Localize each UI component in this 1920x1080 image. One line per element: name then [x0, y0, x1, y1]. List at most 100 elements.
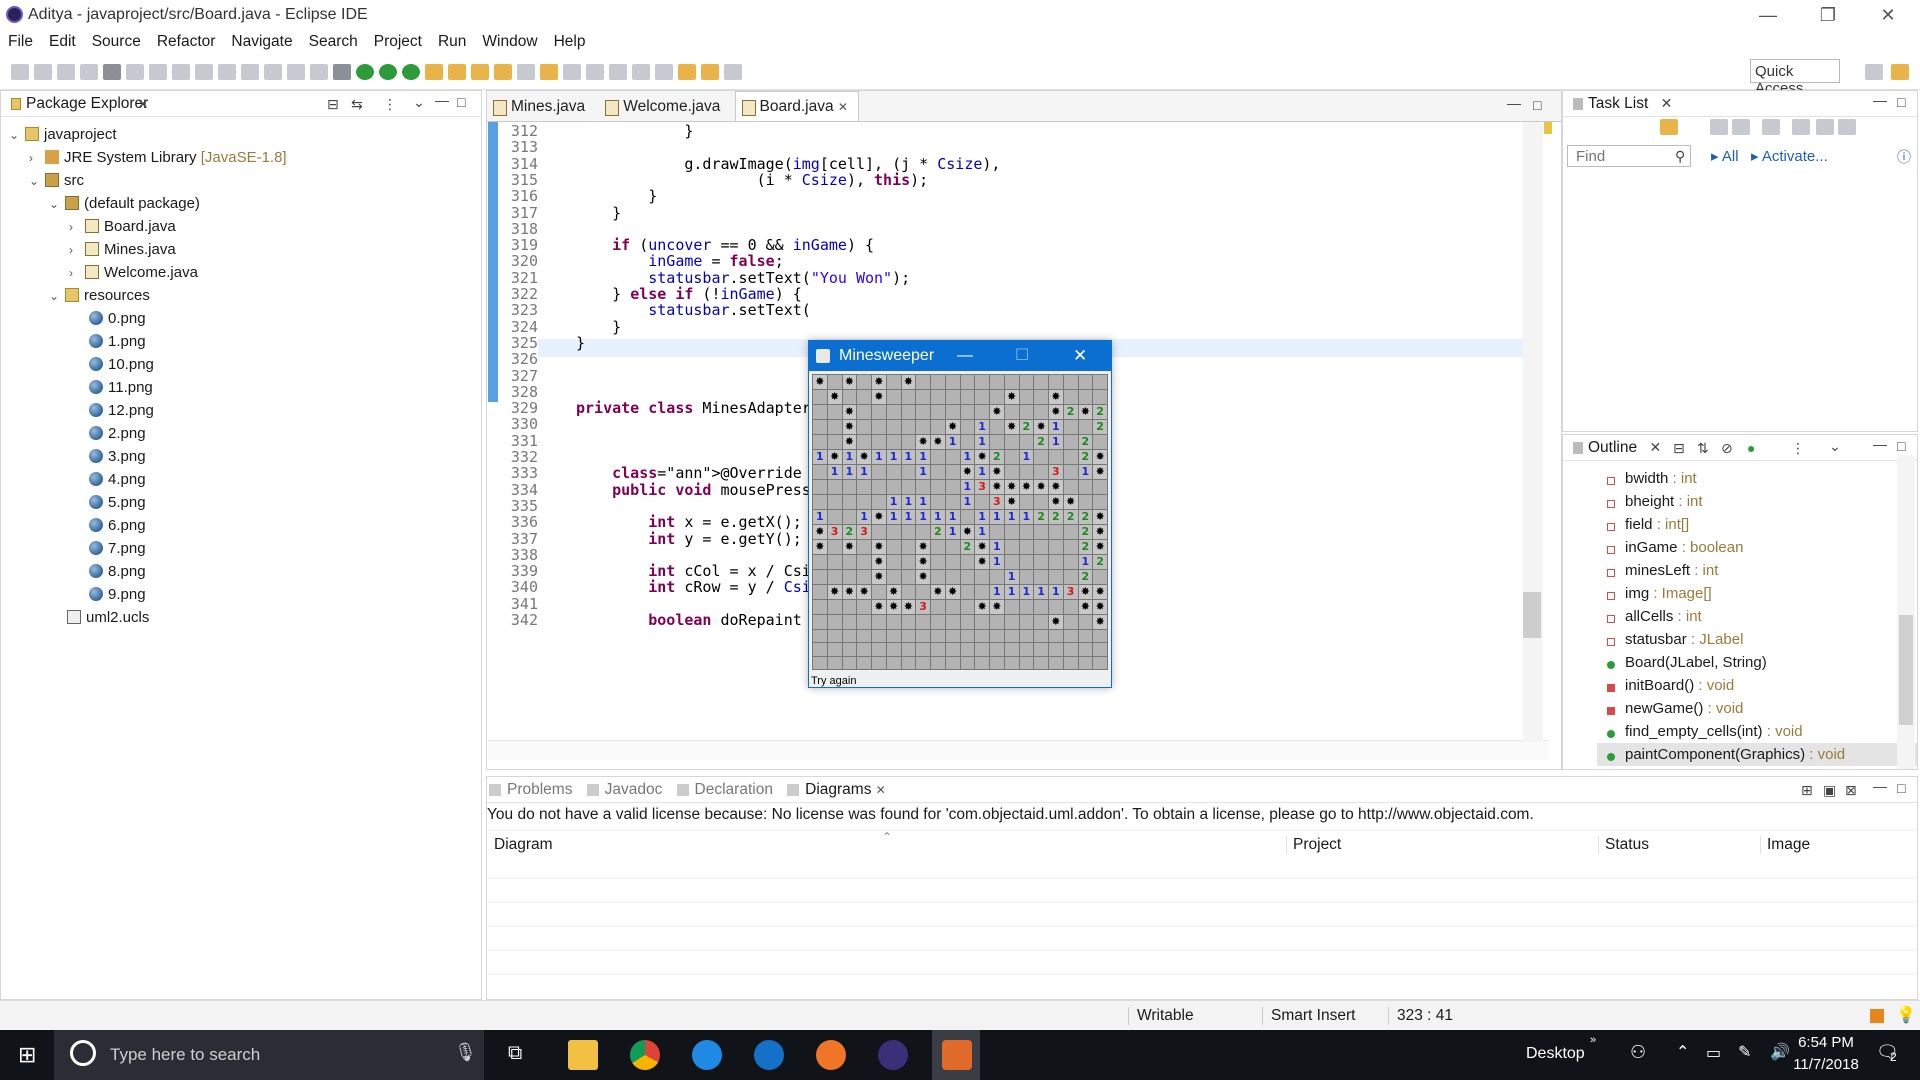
- mine-cell[interactable]: [813, 540, 827, 554]
- covered-cell[interactable]: [827, 405, 842, 419]
- covered-cell[interactable]: [1034, 630, 1048, 643]
- covered-cell[interactable]: [901, 420, 916, 434]
- covered-cell[interactable]: [872, 435, 886, 449]
- number-cell[interactable]: 1: [1019, 450, 1034, 464]
- covered-cell[interactable]: [1004, 630, 1019, 643]
- use-step-filters-icon[interactable]: [310, 64, 328, 80]
- covered-cell[interactable]: [813, 600, 827, 614]
- tree-item-png[interactable]: 0.png: [1, 307, 481, 330]
- covered-cell[interactable]: [886, 465, 901, 479]
- covered-cell[interactable]: [931, 570, 945, 584]
- vertical-scrollbar[interactable]: [1523, 122, 1543, 742]
- close-tab-icon[interactable]: ✕: [1661, 95, 1673, 111]
- covered-cell[interactable]: [813, 615, 827, 629]
- covered-cell[interactable]: [813, 420, 827, 434]
- mine-cell[interactable]: [990, 405, 1004, 419]
- covered-cell[interactable]: [842, 656, 857, 669]
- covered-cell[interactable]: [975, 375, 989, 389]
- covered-cell[interactable]: [813, 643, 827, 656]
- menu-refactor[interactable]: Refactor: [149, 30, 224, 51]
- covered-cell[interactable]: [1078, 375, 1093, 389]
- sort-icon[interactable]: ⇅: [1697, 440, 1709, 457]
- covered-cell[interactable]: [1063, 375, 1078, 389]
- covered-cell[interactable]: [886, 615, 901, 629]
- covered-cell[interactable]: [813, 435, 827, 449]
- lightbulb-icon[interactable]: 💡: [1896, 1005, 1916, 1025]
- mine-cell[interactable]: [872, 390, 886, 404]
- menu-navigate[interactable]: Navigate: [223, 30, 300, 51]
- number-cell[interactable]: 1: [813, 450, 827, 464]
- covered-cell[interactable]: [886, 555, 901, 569]
- mine-cell[interactable]: [827, 390, 842, 404]
- tree-item-default-package[interactable]: ⌄ (default package): [1, 192, 481, 215]
- covered-cell[interactable]: [813, 390, 827, 404]
- number-cell[interactable]: 2: [1078, 450, 1093, 464]
- drop-to-frame-icon[interactable]: [287, 64, 305, 80]
- covered-cell[interactable]: [901, 643, 916, 656]
- mine-cell[interactable]: [1049, 615, 1063, 629]
- covered-cell[interactable]: [975, 495, 989, 509]
- covered-cell[interactable]: [931, 465, 945, 479]
- mine-cell[interactable]: [1078, 585, 1093, 599]
- covered-cell[interactable]: [872, 480, 886, 494]
- file-explorer-icon[interactable]: [568, 1040, 598, 1070]
- covered-cell[interactable]: [990, 656, 1004, 669]
- covered-cell[interactable]: [931, 480, 945, 494]
- mine-cell[interactable]: [916, 555, 930, 569]
- mine-cell[interactable]: [1019, 480, 1034, 494]
- covered-cell[interactable]: [842, 643, 857, 656]
- minimize-view-icon[interactable]: —: [435, 92, 449, 108]
- covered-cell[interactable]: [1034, 495, 1048, 509]
- tree-item-png[interactable]: 7.png: [1, 537, 481, 560]
- chevron-down-icon[interactable]: ⌄: [29, 170, 45, 193]
- mine-cell[interactable]: [857, 585, 871, 599]
- number-cell[interactable]: 1: [813, 510, 827, 524]
- covered-cell[interactable]: [901, 540, 916, 554]
- mine-cell[interactable]: [901, 600, 916, 614]
- number-cell[interactable]: 1: [1019, 585, 1034, 599]
- covered-cell[interactable]: [975, 585, 989, 599]
- mine-cell[interactable]: [872, 600, 886, 614]
- mine-cell[interactable]: [1093, 600, 1107, 614]
- covered-cell[interactable]: [931, 600, 945, 614]
- mine-cell[interactable]: [813, 525, 827, 539]
- hide-completed-icon[interactable]: [1762, 119, 1780, 135]
- outline-item[interactable]: find_empty_cells(int) : void: [1607, 720, 1917, 743]
- tree-item-jre[interactable]: › JRE System Library [JavaSE-1.8]: [1, 146, 481, 169]
- covered-cell[interactable]: [1063, 540, 1078, 554]
- number-cell[interactable]: 1: [916, 465, 930, 479]
- covered-cell[interactable]: [872, 420, 886, 434]
- pen-icon[interactable]: ✎: [1738, 1042, 1751, 1062]
- number-cell[interactable]: 1: [990, 555, 1004, 569]
- hide-non-public-icon[interactable]: ●: [1747, 440, 1755, 456]
- activate-link[interactable]: ▸ Activate...: [1751, 147, 1828, 165]
- mine-cell[interactable]: [945, 585, 960, 599]
- covered-cell[interactable]: [916, 525, 930, 539]
- covered-cell[interactable]: [827, 510, 842, 524]
- column-diagram[interactable]: Diagram: [494, 836, 553, 854]
- covered-cell[interactable]: [1019, 570, 1034, 584]
- mine-cell[interactable]: [975, 540, 989, 554]
- microphone-icon[interactable]: 🎙: [454, 1042, 477, 1063]
- number-cell[interactable]: 3: [916, 600, 930, 614]
- covered-cell[interactable]: [813, 465, 827, 479]
- chevron-right-icon[interactable]: ›: [29, 147, 45, 170]
- tab-board-java[interactable]: Board.java ✕: [734, 91, 859, 121]
- mine-cell[interactable]: [813, 375, 827, 389]
- mine-cell[interactable]: [1049, 405, 1063, 419]
- covered-cell[interactable]: [960, 656, 975, 669]
- battery-icon[interactable]: ▭: [1706, 1043, 1721, 1063]
- covered-cell[interactable]: [945, 630, 960, 643]
- number-cell[interactable]: 2: [1063, 405, 1078, 419]
- covered-cell[interactable]: [1019, 525, 1034, 539]
- tree-item-welcome-java[interactable]: › Welcome.java: [1, 261, 481, 284]
- covered-cell[interactable]: [975, 405, 989, 419]
- covered-cell[interactable]: [827, 480, 842, 494]
- mine-cell[interactable]: [931, 435, 945, 449]
- covered-cell[interactable]: [931, 375, 945, 389]
- focus-icon[interactable]: [1792, 119, 1810, 135]
- covered-cell[interactable]: [945, 405, 960, 419]
- covered-cell[interactable]: [990, 525, 1004, 539]
- tree-item-uml[interactable]: uml2.ucls: [1, 606, 481, 629]
- step-return-icon[interactable]: [264, 64, 282, 80]
